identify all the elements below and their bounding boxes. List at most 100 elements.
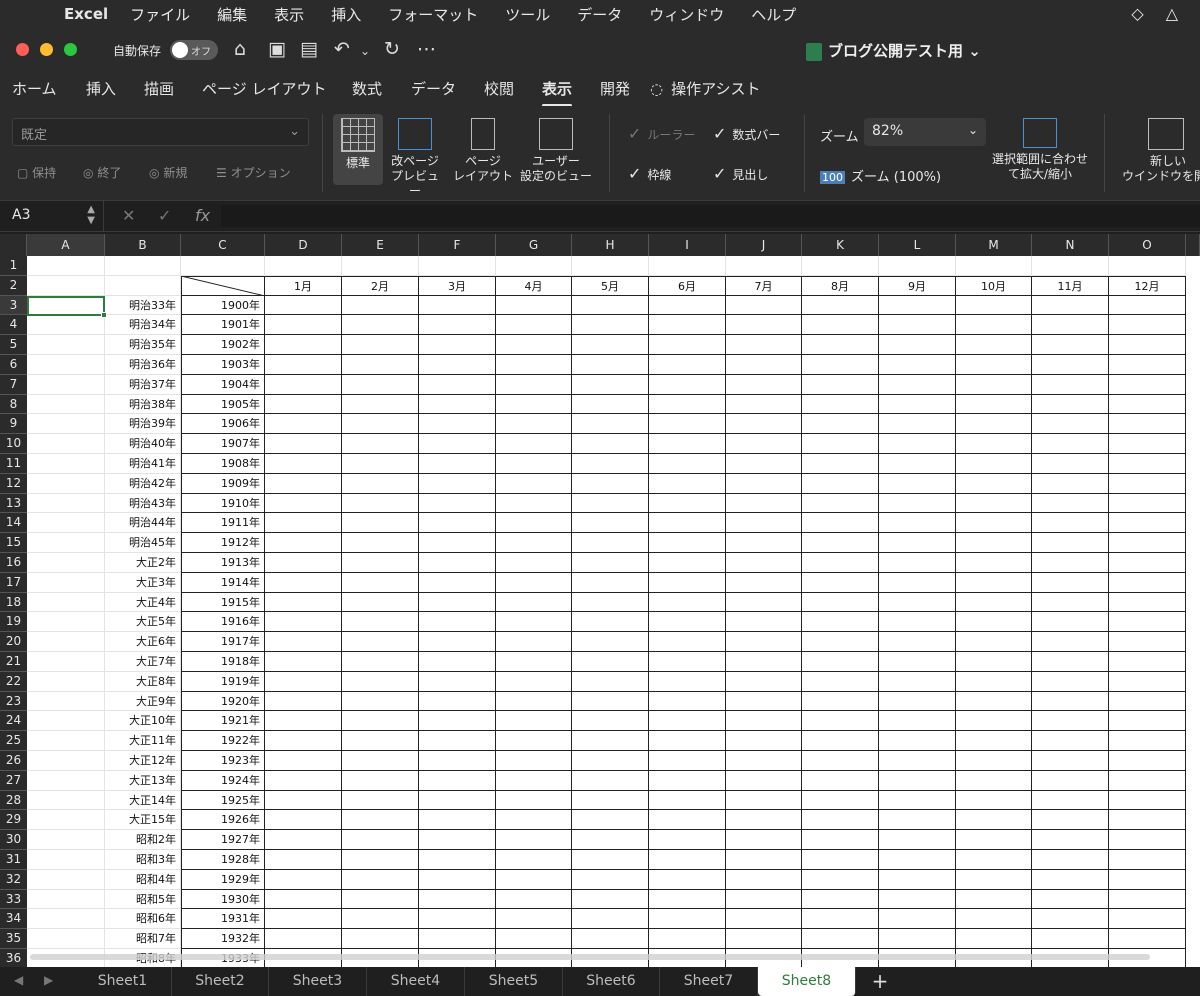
cell[interactable]: [649, 909, 726, 930]
cell[interactable]: [27, 493, 105, 514]
cell[interactable]: [1032, 533, 1109, 553]
undo-dropdown-icon[interactable]: ⌄: [360, 44, 370, 58]
month-header[interactable]: 3月: [419, 275, 496, 296]
year-cell[interactable]: 1932年: [181, 929, 265, 949]
cell[interactable]: [342, 850, 419, 870]
row-header[interactable]: 15: [0, 533, 27, 553]
era-cell[interactable]: 明治44年: [105, 513, 181, 534]
cell[interactable]: [726, 671, 802, 692]
cell[interactable]: [342, 632, 419, 652]
cell[interactable]: [802, 256, 879, 276]
cell[interactable]: [649, 652, 726, 672]
cell[interactable]: [342, 394, 419, 415]
cell[interactable]: [802, 691, 879, 712]
cell[interactable]: [27, 434, 105, 454]
cell[interactable]: [265, 751, 342, 771]
row-header[interactable]: 1: [0, 256, 27, 276]
year-cell[interactable]: 1919年: [181, 671, 265, 692]
cell[interactable]: [265, 434, 342, 454]
cell[interactable]: [265, 394, 342, 415]
menu-item[interactable]: ヘルプ: [751, 4, 796, 25]
cell[interactable]: [342, 315, 419, 336]
cell[interactable]: [802, 612, 879, 633]
cell[interactable]: [419, 493, 496, 514]
cell[interactable]: [572, 671, 649, 692]
redo-icon[interactable]: ↻: [384, 38, 400, 60]
sheet-tab[interactable]: Sheet8: [758, 967, 856, 996]
row-header[interactable]: 3: [0, 295, 27, 316]
cell[interactable]: [27, 632, 105, 652]
cell[interactable]: [27, 335, 105, 355]
cell[interactable]: [649, 869, 726, 890]
cell[interactable]: [572, 632, 649, 652]
cell[interactable]: [956, 810, 1032, 831]
cell[interactable]: [265, 374, 342, 395]
row-header[interactable]: 26: [0, 751, 27, 771]
sheet-tab[interactable]: Sheet4: [367, 967, 465, 996]
cell[interactable]: [726, 691, 802, 712]
year-cell[interactable]: 1909年: [181, 473, 265, 494]
era-cell[interactable]: 昭和7年: [105, 929, 181, 949]
formula-bar-checkbox[interactable]: ✓ 数式バー: [713, 124, 780, 143]
cell[interactable]: [1109, 553, 1186, 573]
cell[interactable]: [1109, 315, 1186, 336]
era-cell[interactable]: 大正7年: [105, 652, 181, 672]
cell[interactable]: [496, 434, 572, 454]
cell[interactable]: [1109, 533, 1186, 553]
cell[interactable]: [1109, 355, 1186, 375]
cell[interactable]: [879, 513, 956, 534]
cell[interactable]: [342, 770, 419, 791]
cell[interactable]: [265, 513, 342, 534]
cell[interactable]: [956, 592, 1032, 613]
cell[interactable]: [572, 869, 649, 890]
sheet-view-select[interactable]: 既定 ⌄: [12, 118, 309, 146]
cell[interactable]: [419, 592, 496, 613]
cell[interactable]: [649, 770, 726, 791]
column-header[interactable]: L: [879, 234, 956, 256]
month-header[interactable]: 7月: [726, 275, 802, 296]
row-header[interactable]: 34: [0, 909, 27, 930]
month-header[interactable]: 11月: [1032, 275, 1109, 296]
cell[interactable]: [342, 533, 419, 553]
cell[interactable]: [879, 493, 956, 514]
column-header[interactable]: M: [956, 234, 1032, 256]
cell[interactable]: [265, 553, 342, 573]
cell[interactable]: [419, 414, 496, 435]
cell[interactable]: [956, 374, 1032, 395]
row-header[interactable]: 25: [0, 731, 27, 751]
cell[interactable]: [27, 592, 105, 613]
cell[interactable]: [265, 731, 342, 751]
cell[interactable]: [1109, 612, 1186, 633]
close-window-button[interactable]: [16, 43, 29, 56]
cell[interactable]: [572, 335, 649, 355]
cell[interactable]: [649, 513, 726, 534]
cancel-icon[interactable]: ✕: [122, 206, 135, 225]
cell[interactable]: [956, 830, 1032, 850]
cell[interactable]: [572, 751, 649, 771]
era-cell[interactable]: 大正2年: [105, 553, 181, 573]
era-cell[interactable]: 大正9年: [105, 691, 181, 712]
cell[interactable]: [572, 454, 649, 474]
cell[interactable]: [726, 434, 802, 454]
cell[interactable]: [802, 572, 879, 593]
column-header-partial[interactable]: [1186, 234, 1200, 256]
cell[interactable]: [1032, 493, 1109, 514]
cell[interactable]: [419, 869, 496, 890]
cell[interactable]: [649, 612, 726, 633]
cell[interactable]: [879, 315, 956, 336]
zoom-100-button[interactable]: 100 ズーム (100%): [820, 166, 941, 185]
cell[interactable]: [342, 454, 419, 474]
cell[interactable]: [726, 533, 802, 553]
cell[interactable]: [879, 830, 956, 850]
cell[interactable]: [419, 731, 496, 751]
cell[interactable]: [956, 493, 1032, 514]
cell[interactable]: [265, 533, 342, 553]
cell[interactable]: [1032, 830, 1109, 850]
era-cell[interactable]: 明治45年: [105, 533, 181, 553]
headings-checkbox[interactable]: ✓ 見出し: [713, 164, 768, 183]
cell[interactable]: [1109, 374, 1186, 395]
cell[interactable]: [726, 751, 802, 771]
cell[interactable]: [496, 335, 572, 355]
cell[interactable]: [1109, 830, 1186, 850]
cell[interactable]: [1109, 572, 1186, 593]
